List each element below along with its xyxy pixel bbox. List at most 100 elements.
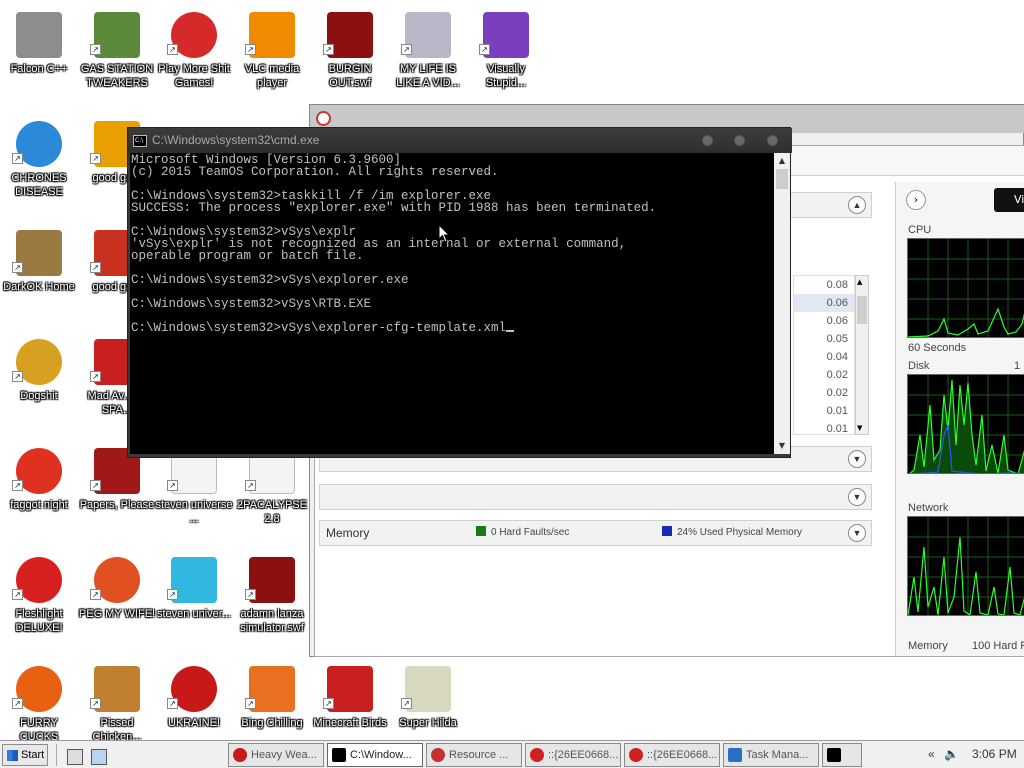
taskbar-button[interactable]: ::{26EE0668... <box>624 743 720 767</box>
desktop-icon[interactable]: ↗ PEG MY WIFE! <box>78 551 156 655</box>
volume-icon[interactable]: 🔈 <box>944 747 959 761</box>
cmd-window[interactable]: C:\ C:\Windows\system32\cmd.exe Microsof… <box>127 127 792 458</box>
disk-scale-label: 1 <box>1014 360 1021 372</box>
desktop-icon[interactable]: ↗ Visually Stupid... <box>467 6 545 110</box>
value-cell: 0.06 <box>826 315 848 327</box>
maximize-button[interactable] <box>734 135 745 146</box>
shortcut-arrow-icon: ↗ <box>323 698 334 709</box>
no-entry-icon <box>629 748 643 762</box>
desktop-icon[interactable]: ↗ VLC media player <box>233 6 311 110</box>
console-line: (c) 2015 TeamOS Corporation. All rights … <box>131 165 499 179</box>
cmd-icon <box>827 748 841 762</box>
shortcut-arrow-icon: ↗ <box>12 480 23 491</box>
expand-icon[interactable]: ▼ <box>848 450 866 468</box>
disk-graph-label: Disk <box>908 360 930 372</box>
scrollbar[interactable]: ▲ ▼ <box>855 275 869 435</box>
value-cell: 0.04 <box>826 351 848 363</box>
desktop-icon[interactable]: ↗ MY LIFE IS LIKE A VID... <box>389 6 467 110</box>
hard-faults-legend: 0 Hard Faults/sec <box>476 526 569 538</box>
shortcut-arrow-icon: ↗ <box>401 44 412 55</box>
shortcut-arrow-icon: ↗ <box>167 480 178 491</box>
memory-section-title: Memory <box>326 526 370 540</box>
expand-icon[interactable]: ▼ <box>848 488 866 506</box>
cmd-icon: C:\ <box>133 135 147 147</box>
shortcut-arrow-icon: ↗ <box>401 698 412 709</box>
resource-monitor-icon <box>431 748 445 762</box>
scroll-down-icon[interactable]: ▼ <box>857 424 862 432</box>
desktop-icon-label: DarkOK Home <box>3 281 75 293</box>
views-button[interactable]: Vie <box>994 188 1024 212</box>
text-cursor <box>506 330 515 332</box>
network-section-header[interactable]: ▼ <box>319 484 872 510</box>
taskbar-button-label: Heavy Wea... <box>251 749 317 761</box>
memory-graph-label: Memory <box>908 640 948 652</box>
memory-section-header[interactable]: Memory 0 Hard Faults/sec 24% Used Physic… <box>319 520 872 546</box>
desktop-icon-label: VLC media player <box>244 63 300 89</box>
scroll-thumb[interactable] <box>776 169 788 189</box>
desktop-icon-label: PEG MY WIFE! <box>78 608 156 620</box>
desktop-icon[interactable]: ↗ faggot night <box>0 442 78 546</box>
scroll-thumb[interactable] <box>857 296 867 324</box>
disk-activity-line <box>909 379 1024 473</box>
quick-launch <box>56 744 220 766</box>
desktop-icon[interactable]: ↗ DarkOK Home <box>0 224 78 328</box>
shortcut-arrow-icon: ↗ <box>12 371 23 382</box>
scroll-up-icon[interactable]: ▲ <box>776 155 788 167</box>
desktop-icon-label: Falcon C++ <box>10 63 68 75</box>
show-desktop-icon[interactable] <box>67 749 83 765</box>
grid-lines <box>908 239 1024 337</box>
desktop: Falcon C++ ↗ GAS STATION TWEAKERS ↗ Play Mor… <box>0 0 1024 743</box>
shortcut-arrow-icon: ↗ <box>12 698 23 709</box>
desktop-icon[interactable]: ↗ Play More Shit Games! <box>155 6 233 110</box>
show-hidden-icons-icon[interactable]: « <box>928 747 935 761</box>
taskbar-button[interactable]: Heavy Wea... <box>228 743 324 767</box>
network-graph <box>907 516 1024 616</box>
clock[interactable]: 3:06 PM <box>972 747 1017 761</box>
start-button[interactable]: Start <box>2 744 48 766</box>
scroll-down-icon[interactable]: ▼ <box>776 440 788 452</box>
desktop-icon[interactable]: Falcon C++ <box>0 6 78 110</box>
taskbar-button[interactable]: Task Mana... <box>723 743 819 767</box>
cpu-values-column: 0.08 0.06 0.06 0.05 0.04 0.02 0.02 0.01 0.01 <box>793 275 855 435</box>
taskbar-button[interactable]: ::{26EE0668... <box>525 743 621 767</box>
desktop-icon[interactable]: ↗ steven univer... <box>155 551 233 655</box>
cpu-graph <box>907 238 1024 338</box>
recycle-bin-icon <box>16 12 62 58</box>
desktop-icon-label: steven universe ... <box>155 499 233 525</box>
value-cell: 0.06 <box>794 294 854 312</box>
desktop-icon-label: steven univer... <box>157 608 231 620</box>
taskbar-button-label: Task Mana... <box>746 749 809 761</box>
minimize-button[interactable] <box>702 135 713 146</box>
desktop-icon[interactable]: ↗ Dogshit <box>0 333 78 437</box>
shortcut-arrow-icon: ↗ <box>479 44 490 55</box>
desktop-icon[interactable]: ↗ CHRONES DISEASE <box>0 115 78 219</box>
collapse-icon[interactable]: ▲ <box>848 196 866 214</box>
cmd-scrollbar[interactable]: ▲ ▼ <box>774 153 790 454</box>
desktop-icon[interactable]: ↗ BURGIN OUT.swf <box>311 6 389 110</box>
explorer-icon[interactable] <box>91 749 107 765</box>
expand-icon[interactable]: ▼ <box>848 524 866 542</box>
memory-faults-label: 100 Hard Fa <box>972 640 1024 652</box>
cmd-console[interactable]: Microsoft Windows [Version 6.3.9600] (c)… <box>130 153 774 454</box>
shortcut-arrow-icon: ↗ <box>12 589 23 600</box>
cpu-time-label: 60 Seconds <box>908 342 967 354</box>
scroll-up-icon[interactable]: ▲ <box>857 278 862 286</box>
shortcut-arrow-icon: ↗ <box>90 589 101 600</box>
desktop-icon[interactable]: ↗ Fleshlight DELUXE! <box>0 551 78 655</box>
resource-monitor-icon <box>316 111 331 126</box>
desktop-icon-label: Visually Stupid... <box>485 63 527 89</box>
desktop-icon-label: Play More Shit Games! <box>158 63 230 89</box>
taskbar-button[interactable]: Resource ... <box>426 743 522 767</box>
shortcut-arrow-icon: ↗ <box>245 589 256 600</box>
used-memory-legend: 24% Used Physical Memory <box>662 526 802 538</box>
desktop-icon[interactable]: ↗ GAS STATION TWEAKERS <box>78 6 156 110</box>
close-button[interactable] <box>767 135 778 146</box>
views-label: Vie <box>1014 193 1024 206</box>
desktop-icon[interactable]: ↗ adamn lanza simulator.swf <box>233 551 311 655</box>
chevron-right-icon[interactable]: › <box>906 190 926 210</box>
taskbar-button[interactable]: C:\Window... <box>327 743 423 767</box>
shortcut-arrow-icon: ↗ <box>90 698 101 709</box>
desktop-icon-label: Fleshlight DELUXE! <box>15 608 63 634</box>
taskbar-button-cmd-extra[interactable] <box>822 743 862 767</box>
cmd-titlebar[interactable]: C:\ C:\Windows\system32\cmd.exe <box>128 128 792 153</box>
